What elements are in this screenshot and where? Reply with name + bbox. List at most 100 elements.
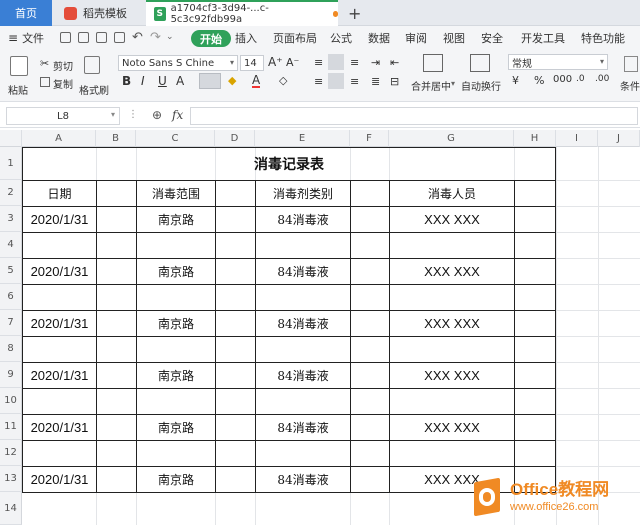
column-header-a[interactable]: A	[22, 130, 96, 147]
cell-person[interactable]: XXX XXX	[390, 259, 514, 284]
menu-data[interactable]: 数据	[368, 26, 390, 50]
new-tab-button[interactable]: +	[348, 0, 361, 26]
font-name-combo[interactable]: Noto Sans S Chine ▾	[118, 55, 238, 71]
menu-formula[interactable]: 公式	[330, 26, 352, 50]
redo-icon[interactable]: ↷	[150, 30, 161, 45]
align-left-icon[interactable]: ≡	[314, 75, 323, 88]
column-header-g[interactable]: G	[389, 130, 514, 147]
conditional-format-button[interactable]: 条件	[620, 78, 640, 93]
menu-start[interactable]: 开始	[191, 30, 231, 47]
merge-center-icon[interactable]	[423, 54, 443, 72]
font-color-a-icon[interactable]: A	[176, 74, 184, 88]
outdent-icon[interactable]: ⇤	[390, 56, 399, 69]
thousands-icon[interactable]: 000	[553, 74, 572, 85]
cell-agent[interactable]: 84消毒液	[256, 415, 350, 440]
cell-date[interactable]: 2020/1/31	[23, 207, 96, 232]
print-preview-icon[interactable]	[114, 32, 125, 43]
column-header-c[interactable]: C	[136, 130, 215, 147]
chevron-down-icon[interactable]: ⌄	[166, 32, 174, 42]
sheet-title[interactable]: 消毒记录表	[23, 148, 555, 180]
print-icon[interactable]	[96, 32, 107, 43]
export-icon[interactable]	[78, 32, 89, 43]
eraser-icon[interactable]: ◇	[279, 74, 287, 87]
tab-document[interactable]: S a1704cf3-3d94-...c-5c3c92fdb99a	[146, 0, 338, 26]
cell-date[interactable]: 2020/1/31	[23, 259, 96, 284]
menu-page-layout[interactable]: 页面布局	[273, 26, 317, 50]
row-header-6[interactable]: 6	[0, 284, 22, 310]
tab-home[interactable]: 首页	[0, 0, 52, 26]
currency-icon[interactable]: ¥	[512, 74, 519, 87]
row-header-2[interactable]: 2	[0, 180, 22, 206]
align-center-icon[interactable]	[328, 73, 344, 89]
align-top-icon[interactable]: ≡	[314, 56, 323, 69]
tab-template[interactable]: 稻壳模板	[54, 0, 146, 26]
zoom-search-icon[interactable]: ⊕	[152, 108, 162, 122]
row-header-5[interactable]: 5	[0, 258, 22, 284]
cell-agent[interactable]: 84消毒液	[256, 363, 350, 388]
increase-font-icon[interactable]: A⁺	[268, 55, 283, 69]
underline-icon[interactable]: U	[158, 74, 167, 88]
cell-date[interactable]: 2020/1/31	[23, 415, 96, 440]
row-header-3[interactable]: 3	[0, 206, 22, 232]
distributed-icon[interactable]: ⊟	[390, 75, 399, 88]
align-middle-icon[interactable]	[328, 54, 344, 70]
font-size-combo[interactable]: 14	[240, 55, 264, 71]
column-header-j[interactable]: J	[598, 130, 640, 147]
cell-agent[interactable]: 84消毒液	[256, 467, 350, 492]
paste-icon[interactable]	[10, 56, 28, 76]
cell-area[interactable]: 南京路	[137, 207, 215, 232]
row-header-4[interactable]: 4	[0, 232, 22, 258]
align-right-icon[interactable]: ≡	[350, 75, 359, 88]
cell-agent[interactable]: 84消毒液	[256, 311, 350, 336]
chevron-down-icon[interactable]: ▾	[451, 79, 455, 88]
menu-review[interactable]: 审阅	[405, 26, 427, 50]
save-icon[interactable]	[60, 32, 71, 43]
cut-button[interactable]: 剪切	[53, 58, 73, 73]
cell-area[interactable]: 南京路	[137, 311, 215, 336]
header-area[interactable]: 消毒范围	[137, 181, 215, 206]
font-color-icon[interactable]: A	[252, 74, 261, 88]
cell-area[interactable]: 南京路	[137, 259, 215, 284]
cell-agent[interactable]: 84消毒液	[256, 207, 350, 232]
bold-icon[interactable]: B	[122, 74, 131, 88]
copy-icon[interactable]	[40, 77, 50, 87]
row-header-10[interactable]: 10	[0, 388, 22, 414]
justify-icon[interactable]: ≣	[371, 75, 380, 88]
column-header-i[interactable]: I	[556, 130, 598, 147]
paste-button[interactable]: 粘贴	[8, 82, 28, 97]
decrease-font-icon[interactable]: A⁻	[286, 56, 299, 69]
column-header-h[interactable]: H	[514, 130, 556, 147]
fx-button[interactable]: fx	[172, 108, 183, 122]
row-header-7[interactable]: 7	[0, 310, 22, 336]
wrap-text-icon[interactable]	[470, 54, 490, 72]
wrap-text-button[interactable]: 自动换行	[461, 78, 501, 93]
formula-input[interactable]	[190, 107, 638, 125]
cell-person[interactable]: XXX XXX	[390, 363, 514, 388]
cell-date[interactable]: 2020/1/31	[23, 363, 96, 388]
copy-button[interactable]: 复制	[53, 76, 73, 91]
column-header-e[interactable]: E	[255, 130, 350, 147]
indent-icon[interactable]: ⇥	[371, 56, 380, 69]
select-all-corner[interactable]	[0, 130, 22, 147]
header-agent[interactable]: 消毒剂类别	[256, 181, 350, 206]
cell-agent[interactable]: 84消毒液	[256, 259, 350, 284]
name-box[interactable]: L8 ▾	[6, 107, 120, 125]
drag-handle-icon[interactable]: ⋮	[128, 109, 138, 120]
cell-area[interactable]: 南京路	[137, 467, 215, 492]
header-date[interactable]: 日期	[23, 181, 96, 206]
increase-decimal-icon[interactable]: .0	[576, 74, 585, 84]
column-header-f[interactable]: F	[350, 130, 389, 147]
cell-area[interactable]: 南京路	[137, 415, 215, 440]
menu-file[interactable]: ≡ 文件	[8, 26, 44, 50]
cell-area[interactable]: 南京路	[137, 363, 215, 388]
merge-center-button[interactable]: 合并居中	[411, 78, 451, 93]
menu-insert[interactable]: 插入	[235, 26, 257, 50]
cell-date[interactable]: 2020/1/31	[23, 467, 96, 492]
column-header-b[interactable]: B	[96, 130, 136, 147]
row-header-1[interactable]: 1	[0, 147, 22, 180]
fill-color-icon[interactable]: ◆	[228, 74, 236, 87]
number-format-combo[interactable]: 常规 ▾	[508, 54, 608, 70]
conditional-format-icon[interactable]	[624, 56, 638, 72]
format-painter-button[interactable]: 格式刷	[79, 82, 109, 97]
column-header-d[interactable]: D	[215, 130, 255, 147]
